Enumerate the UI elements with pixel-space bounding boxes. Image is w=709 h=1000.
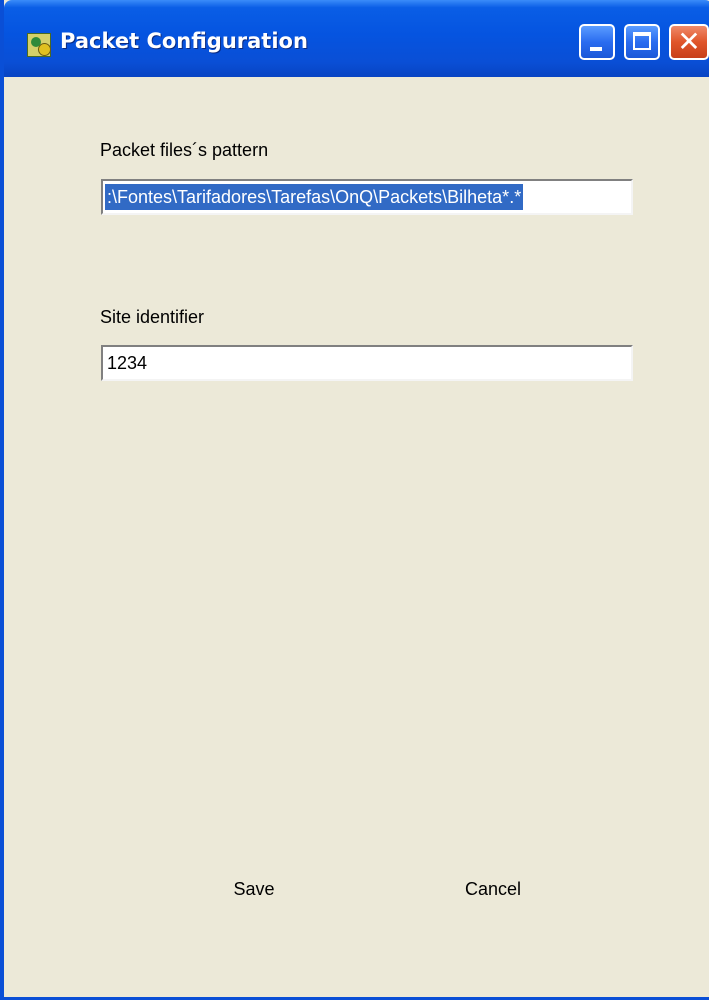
window-title: Packet Configuration xyxy=(60,29,308,53)
pattern-input-selected-text: :\Fontes\Tarifadores\Tarefas\OnQ\Packets… xyxy=(105,184,524,210)
save-button[interactable]: Save xyxy=(194,866,314,910)
title-bar[interactable]: Packet Configuration ✕ xyxy=(4,0,709,77)
maximize-button[interactable] xyxy=(624,24,660,60)
site-identifier-label: Site identifier xyxy=(100,307,205,327)
app-icon[interactable] xyxy=(27,33,51,57)
cancel-button[interactable]: Cancel xyxy=(433,866,553,910)
pattern-input[interactable]: :\Fontes\Tarifadores\Tarefas\OnQ\Packets… xyxy=(101,179,633,215)
minimize-icon xyxy=(590,47,602,51)
minimize-button[interactable] xyxy=(579,24,615,60)
maximize-icon xyxy=(633,32,651,50)
app-icon-shape-yellow xyxy=(38,43,51,56)
close-icon: ✕ xyxy=(677,25,701,58)
close-button[interactable]: ✕ xyxy=(669,24,709,60)
packet-configuration-window: Packet Configuration ✕ Packet files´s pa… xyxy=(0,0,709,1000)
pattern-label: Packet files´s pattern xyxy=(100,140,269,160)
site-identifier-input[interactable] xyxy=(101,345,633,381)
